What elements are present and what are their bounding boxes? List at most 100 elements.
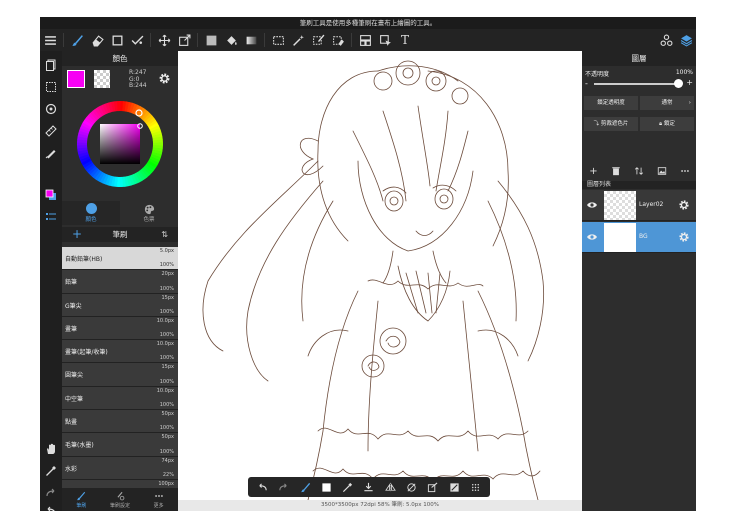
brush-list-item[interactable]: 圓筆尖 15px 100% bbox=[62, 363, 178, 387]
marquee-icon[interactable] bbox=[268, 29, 288, 51]
brush-list-item[interactable]: G筆尖 15px 100% bbox=[62, 293, 178, 317]
opacity-slider[interactable] bbox=[594, 83, 682, 85]
brush-list-item[interactable]: 鉛筆 20px 100% bbox=[62, 270, 178, 294]
opacity-slider-knob[interactable] bbox=[674, 79, 683, 88]
color-circle-icon bbox=[85, 203, 97, 214]
clipping-button[interactable]: ⤵ 剪裁遮色片 bbox=[584, 117, 638, 131]
select-eraser-icon[interactable] bbox=[328, 29, 348, 51]
layers-icon[interactable] bbox=[676, 29, 696, 51]
select-brush-icon[interactable] bbox=[308, 29, 328, 51]
brush-list-icon[interactable] bbox=[43, 209, 59, 225]
brush-list-item[interactable]: 畫筆(起筆/收筆) 10.0px 100% bbox=[62, 340, 178, 364]
materials-icon[interactable] bbox=[656, 29, 676, 51]
brush-size: 50px bbox=[161, 411, 175, 418]
color-settings-gear-icon[interactable] bbox=[158, 72, 171, 85]
brush-name: 毛筆(水墨) bbox=[65, 442, 94, 450]
redo-icon[interactable] bbox=[43, 485, 59, 501]
hand-icon[interactable] bbox=[43, 441, 59, 457]
visibility-eye-icon[interactable] bbox=[586, 200, 598, 210]
tab-more-label: 更多 bbox=[153, 502, 164, 509]
undo-float-icon[interactable] bbox=[256, 480, 270, 494]
tab-palette[interactable]: 色票 bbox=[120, 201, 178, 225]
text-icon[interactable]: T bbox=[395, 29, 415, 51]
magic-wand-icon[interactable] bbox=[288, 29, 308, 51]
move-layer-icon[interactable] bbox=[632, 164, 646, 178]
transform-icon[interactable] bbox=[174, 29, 194, 51]
layer-settings-gear-icon[interactable] bbox=[678, 199, 690, 211]
eraser-icon[interactable] bbox=[87, 29, 107, 51]
line-art-drawing bbox=[202, 60, 544, 500]
cursor-icon[interactable] bbox=[375, 29, 395, 51]
pages-icon[interactable] bbox=[43, 57, 59, 73]
import-image-icon[interactable] bbox=[655, 164, 669, 178]
brush-opacity: 100% bbox=[159, 402, 174, 409]
lock-button[interactable]: 🔒︎ 鎖定 bbox=[640, 117, 694, 131]
brush-opacity: 100% bbox=[159, 378, 174, 385]
flip-icon[interactable] bbox=[383, 480, 397, 494]
color-wheel[interactable] bbox=[71, 100, 169, 188]
brush-size: 10.0px bbox=[156, 317, 174, 324]
move-icon[interactable] bbox=[154, 29, 174, 51]
brush-name: 自動鉛筆(HB) bbox=[65, 256, 103, 263]
snap-icon[interactable] bbox=[43, 101, 59, 117]
layer-row[interactable]: Layer02 bbox=[582, 190, 696, 221]
brush-list-item[interactable]: 中空筆 10.0px 100% bbox=[62, 386, 178, 411]
tab-brush-settings[interactable]: 筆刷設定 bbox=[101, 488, 140, 511]
layer-settings-gear-icon[interactable] bbox=[678, 231, 690, 243]
lock-alpha-button[interactable]: 鎖定透明度 bbox=[584, 96, 638, 110]
brush-size-icon[interactable] bbox=[298, 480, 312, 494]
tab-brush-label: 筆刷 bbox=[76, 502, 87, 509]
brush-list-item[interactable]: 點畫 50px 100% bbox=[62, 410, 178, 434]
rectangle-icon[interactable] bbox=[107, 29, 127, 51]
brush-list-item[interactable]: 毛筆(水墨) 50px 100% bbox=[62, 433, 178, 457]
panel-divide-icon[interactable] bbox=[355, 29, 375, 51]
menu-icon[interactable] bbox=[40, 29, 60, 51]
add-layer-icon[interactable]: + bbox=[586, 164, 600, 178]
rotate-icon[interactable] bbox=[404, 480, 418, 494]
copy-paste-icon[interactable] bbox=[426, 480, 440, 494]
delete-layer-icon[interactable] bbox=[609, 164, 623, 178]
color-swatch-icon[interactable] bbox=[43, 187, 59, 203]
fill-color-icon[interactable] bbox=[201, 29, 221, 51]
selection-layer-icon[interactable] bbox=[43, 79, 59, 95]
eyedropper-float-icon[interactable] bbox=[341, 480, 355, 494]
undo-icon[interactable] bbox=[43, 503, 59, 511]
fill-tool-icon[interactable] bbox=[447, 480, 461, 494]
brush-panel-header: + 筆刷 ⇅ bbox=[62, 227, 178, 242]
layer-more-icon[interactable] bbox=[678, 164, 692, 178]
select-pen-icon[interactable] bbox=[127, 29, 147, 51]
layer-row-selected[interactable]: BG bbox=[582, 222, 696, 253]
drawing-canvas[interactable] bbox=[178, 51, 582, 511]
color-float-swatch[interactable] bbox=[319, 480, 333, 494]
import-icon[interactable] bbox=[362, 480, 376, 494]
opacity-plus-button[interactable]: + bbox=[686, 78, 693, 87]
canvas-info-bar: 3500*3500px 72dpi 58% 筆刷: 5.0px 100% bbox=[178, 500, 582, 511]
brush-list-item[interactable]: 水彩 74px 22% bbox=[62, 456, 178, 480]
main-color-swatch[interactable] bbox=[67, 70, 85, 88]
sub-color-swatch[interactable] bbox=[94, 70, 110, 88]
brush-name: 水彩 bbox=[65, 465, 78, 473]
layer-name: Layer02 bbox=[639, 201, 664, 208]
correction-pen-icon[interactable] bbox=[43, 145, 59, 161]
bucket-icon[interactable] bbox=[221, 29, 241, 51]
brush-icon[interactable] bbox=[67, 29, 87, 51]
tab-color[interactable]: 顏色 bbox=[62, 201, 120, 225]
grid-menu-icon[interactable] bbox=[468, 480, 482, 494]
brush-list-item[interactable]: 自動鉛筆(HB) 5.0px 100% bbox=[62, 247, 178, 271]
eyedropper-icon[interactable] bbox=[43, 463, 59, 479]
add-brush-button[interactable]: + bbox=[72, 227, 82, 242]
status-bar: 筆刷工具是使用多種筆刷在畫布上繪圖的工具。 bbox=[40, 17, 696, 29]
tab-brush[interactable]: 筆刷 bbox=[62, 488, 101, 511]
sort-brush-button[interactable]: ⇅ bbox=[161, 227, 168, 242]
brush-list-item[interactable]: 畫筆 10.0px 100% bbox=[62, 316, 178, 341]
opacity-minus-button[interactable]: - bbox=[585, 79, 588, 88]
layer-thumbnail bbox=[604, 223, 636, 252]
gradient-icon[interactable] bbox=[241, 29, 261, 51]
tab-more[interactable]: 更多 bbox=[139, 488, 178, 511]
redo-float-icon[interactable] bbox=[277, 480, 291, 494]
visibility-eye-icon[interactable] bbox=[586, 232, 598, 242]
ruler-icon[interactable] bbox=[43, 123, 59, 139]
brush-size: 10.0px bbox=[156, 387, 174, 394]
layer-thumbnail bbox=[604, 191, 636, 220]
blend-mode-button[interactable]: 通常 › bbox=[640, 96, 694, 110]
